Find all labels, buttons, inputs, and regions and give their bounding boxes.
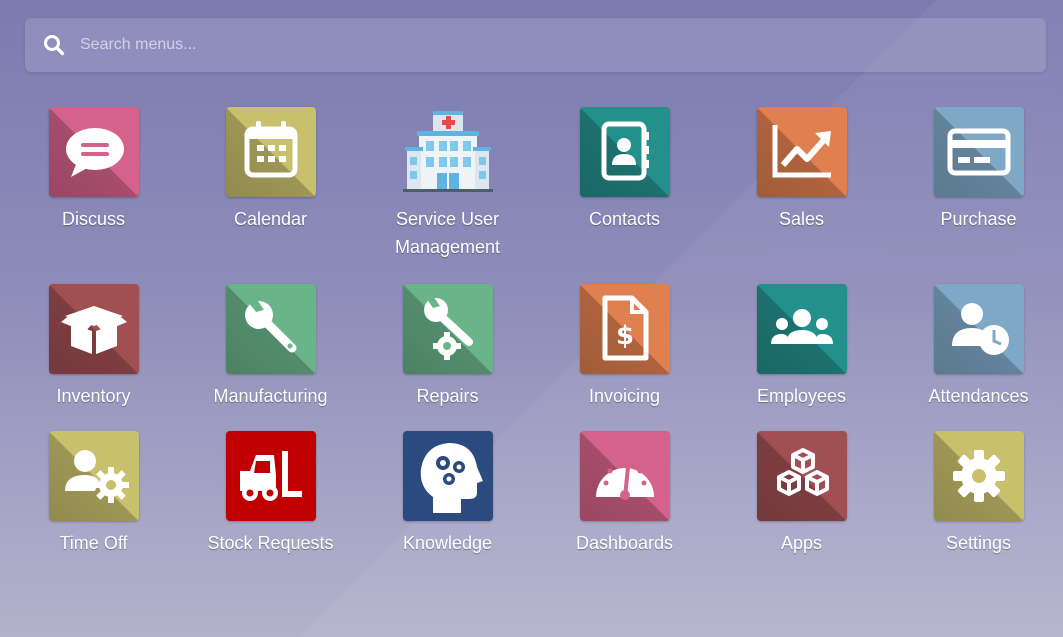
app-repairs[interactable]: Repairs bbox=[359, 284, 536, 431]
app-tile[interactable] bbox=[48, 431, 139, 521]
app-tile[interactable] bbox=[756, 431, 847, 521]
app-label: Dashboards bbox=[575, 533, 674, 553]
app-tile[interactable] bbox=[579, 431, 670, 521]
wrench-gear-icon bbox=[423, 296, 473, 360]
app-label: Inventory bbox=[56, 386, 131, 406]
app-tile[interactable] bbox=[225, 107, 316, 197]
speech-bubble-icon bbox=[65, 128, 124, 177]
calendar-icon bbox=[244, 121, 297, 178]
speedometer-icon bbox=[595, 459, 654, 500]
people-group-icon bbox=[770, 309, 833, 344]
address-book-icon bbox=[601, 121, 649, 181]
app-label: Calendar bbox=[233, 209, 308, 229]
app-label: Invoicing bbox=[588, 386, 661, 406]
app-tile[interactable] bbox=[48, 107, 139, 197]
app-label: Discuss bbox=[61, 209, 125, 229]
app-label: Employees bbox=[756, 386, 847, 406]
app-service-user-management[interactable]: Service User Management bbox=[359, 107, 536, 284]
app-sales[interactable]: Sales bbox=[713, 107, 890, 284]
app-tile[interactable] bbox=[579, 107, 670, 197]
wrench-icon bbox=[244, 298, 296, 353]
search-icon bbox=[42, 33, 66, 57]
search-input[interactable] bbox=[78, 29, 982, 61]
app-tile[interactable] bbox=[48, 284, 139, 374]
app-employees[interactable]: Employees bbox=[713, 284, 890, 431]
app-label: Contacts bbox=[588, 209, 661, 229]
app-label: Time Off bbox=[59, 533, 128, 553]
app-label: Apps bbox=[780, 533, 823, 553]
app-knowledge[interactable]: Knowledge bbox=[359, 431, 536, 571]
open-box-icon bbox=[60, 306, 127, 354]
app-tile[interactable] bbox=[402, 431, 493, 521]
app-label: Stock Requests bbox=[207, 533, 334, 553]
app-label: Settings bbox=[945, 533, 1012, 553]
app-purchase[interactable]: Purchase bbox=[890, 107, 1063, 284]
hospital-building-icon bbox=[402, 111, 493, 192]
app-stock-requests[interactable]: Stock Requests bbox=[182, 431, 359, 571]
app-invoicing[interactable]: $ Invoicing bbox=[536, 284, 713, 431]
app-tile[interactable] bbox=[933, 107, 1024, 197]
app-label: Attendances bbox=[928, 386, 1029, 406]
app-time-off[interactable]: Time Off bbox=[5, 431, 182, 571]
app-tile[interactable] bbox=[756, 284, 847, 374]
app-tile[interactable] bbox=[933, 431, 1024, 521]
cubes-icon bbox=[776, 448, 829, 496]
app-attendances[interactable]: Attendances bbox=[890, 284, 1063, 431]
head-gears-icon bbox=[420, 443, 483, 513]
app-label: Manufacturing bbox=[213, 386, 328, 406]
invoice-dollar-icon: $ bbox=[602, 295, 648, 361]
app-discuss[interactable]: Discuss bbox=[5, 107, 182, 284]
app-dashboards[interactable]: Dashboards bbox=[536, 431, 713, 571]
trend-chart-icon bbox=[772, 125, 831, 178]
app-tile[interactable] bbox=[225, 431, 316, 521]
user-clock-icon bbox=[951, 303, 1009, 355]
user-gear-icon bbox=[64, 450, 129, 503]
app-label: Knowledge bbox=[402, 533, 493, 553]
app-manufacturing[interactable]: Manufacturing bbox=[182, 284, 359, 431]
credit-card-icon bbox=[947, 128, 1010, 176]
app-grid: Discuss Calendar Service User Management… bbox=[5, 107, 1063, 571]
gear-icon bbox=[952, 450, 1005, 502]
app-settings[interactable]: Settings bbox=[890, 431, 1063, 571]
app-tile[interactable] bbox=[933, 284, 1024, 374]
app-contacts[interactable]: Contacts bbox=[536, 107, 713, 284]
app-tile[interactable]: $ bbox=[579, 284, 670, 374]
app-label: Sales bbox=[778, 209, 825, 229]
svg-text:$: $ bbox=[615, 321, 633, 351]
app-label: Purchase bbox=[940, 209, 1017, 229]
forklift-icon bbox=[239, 451, 302, 501]
app-inventory[interactable]: Inventory bbox=[5, 284, 182, 431]
app-label: Repairs bbox=[416, 386, 479, 406]
app-tile[interactable] bbox=[225, 284, 316, 374]
app-calendar[interactable]: Calendar bbox=[182, 107, 359, 284]
search-bar[interactable] bbox=[25, 18, 1046, 72]
app-apps[interactable]: Apps bbox=[713, 431, 890, 571]
app-tile[interactable] bbox=[756, 107, 847, 197]
app-label: Service User Management bbox=[394, 209, 501, 257]
app-tile[interactable] bbox=[402, 284, 493, 374]
app-tile[interactable] bbox=[402, 107, 493, 197]
